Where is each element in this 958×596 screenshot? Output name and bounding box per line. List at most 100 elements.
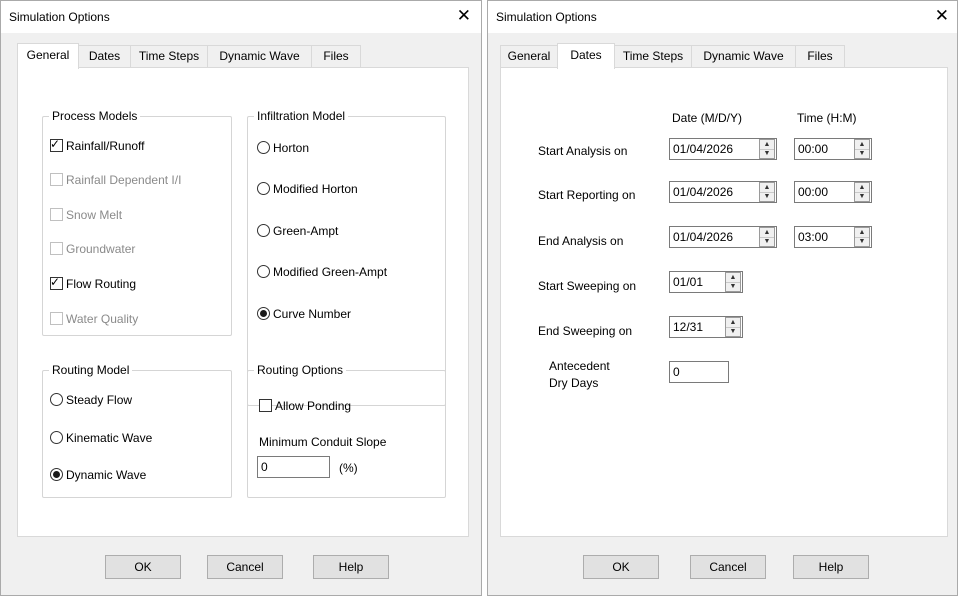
- group-label: Process Models: [49, 109, 141, 123]
- title-bar[interactable]: Simulation Options ✕: [1, 1, 481, 33]
- min-conduit-slope-label: Minimum Conduit Slope: [259, 435, 387, 449]
- tab-time-steps[interactable]: Time Steps: [614, 45, 692, 67]
- radio-label: Kinematic Wave: [66, 431, 153, 445]
- dialog-title: Simulation Options: [496, 10, 597, 24]
- radio-circle[interactable]: [50, 431, 63, 444]
- tab-dates[interactable]: Dates: [78, 45, 131, 67]
- end-sweeping-label: End Sweeping on: [538, 324, 633, 338]
- spin-arrows-icon[interactable]: ▲ ▼: [854, 139, 870, 159]
- dates-tab-panel: Date (M/D/Y) Time (H:M) Start Analysis o…: [500, 67, 948, 537]
- radio-circle[interactable]: [257, 182, 270, 195]
- radio-label: Modified Green-Ampt: [273, 265, 388, 279]
- start-sweeping-label: Start Sweeping on: [538, 279, 637, 293]
- water-quality-checkbox[interactable]: Water Quality: [50, 311, 138, 327]
- help-button[interactable]: Help: [313, 555, 389, 579]
- kinematic-wave-radio[interactable]: Kinematic Wave: [50, 430, 152, 446]
- checkbox-label: Groundwater: [66, 242, 136, 256]
- checkbox-box[interactable]: [50, 208, 63, 221]
- tab-general[interactable]: General: [17, 43, 79, 69]
- start-reporting-label: Start Reporting on: [538, 188, 636, 202]
- curve-number-radio[interactable]: Curve Number: [257, 306, 351, 322]
- radio-circle[interactable]: [257, 307, 270, 320]
- spin-down-icon[interactable]: ▼: [726, 327, 740, 336]
- close-icon[interactable]: ✕: [935, 6, 949, 26]
- groundwater-checkbox[interactable]: Groundwater: [50, 241, 135, 257]
- horton-radio[interactable]: Horton: [257, 140, 309, 156]
- tab-time-steps[interactable]: Time Steps: [130, 45, 208, 67]
- rainfall-dependent-ii-checkbox[interactable]: Rainfall Dependent I/I: [50, 172, 181, 188]
- spin-down-icon[interactable]: ▼: [760, 192, 774, 201]
- general-tab-panel: Process Models ✓ Rainfall/Runoff Rainfall…: [17, 67, 469, 537]
- green-ampt-radio[interactable]: Green-Ampt: [257, 223, 338, 239]
- modified-green-ampt-radio[interactable]: Modified Green-Ampt: [257, 264, 387, 280]
- spin-down-icon[interactable]: ▼: [855, 192, 869, 201]
- radio-circle[interactable]: [257, 265, 270, 278]
- tab-dynamic-wave[interactable]: Dynamic Wave: [691, 45, 796, 67]
- checkbox-box[interactable]: [259, 399, 272, 412]
- tab-files[interactable]: Files: [795, 45, 845, 67]
- check-mark-icon: ✓: [50, 275, 61, 289]
- routing-model-group: Routing Model Steady Flow Kinematic Wave…: [42, 363, 232, 498]
- end-analysis-label: End Analysis on: [538, 234, 624, 248]
- tab-files[interactable]: Files: [311, 45, 361, 67]
- checkbox-box[interactable]: [50, 173, 63, 186]
- spin-arrows-icon[interactable]: ▲ ▼: [725, 272, 741, 292]
- dynamic-wave-radio[interactable]: Dynamic Wave: [50, 467, 146, 483]
- simulation-options-dialog-general: Simulation Options ✕ General Dates Time …: [0, 0, 482, 596]
- antecedent-dry-days-input[interactable]: 0: [669, 361, 729, 383]
- flow-routing-checkbox[interactable]: ✓ Flow Routing: [50, 275, 136, 292]
- spin-arrows-icon[interactable]: ▲ ▼: [759, 182, 775, 202]
- close-icon[interactable]: ✕: [457, 6, 471, 26]
- checkbox-box[interactable]: ✓: [50, 137, 63, 152]
- spin-arrows-icon[interactable]: ▲ ▼: [725, 317, 741, 337]
- spin-arrows-icon[interactable]: ▲ ▼: [854, 227, 870, 247]
- radio-circle[interactable]: [50, 393, 63, 406]
- radio-dot-icon: [53, 471, 60, 478]
- start-analysis-label: Start Analysis on: [538, 144, 628, 158]
- checkbox-label: Snow Melt: [66, 208, 123, 222]
- spin-down-icon[interactable]: ▼: [855, 149, 869, 158]
- snow-melt-checkbox[interactable]: Snow Melt: [50, 207, 122, 223]
- group-label: Routing Options: [254, 363, 347, 377]
- date-column-header: Date (M/D/Y): [672, 111, 743, 125]
- radio-circle[interactable]: [257, 224, 270, 237]
- title-bar[interactable]: Simulation Options ✕: [488, 1, 957, 33]
- help-button[interactable]: Help: [793, 555, 869, 579]
- cancel-button[interactable]: Cancel: [690, 555, 766, 579]
- group-label: Routing Model: [49, 363, 133, 377]
- tab-dynamic-wave[interactable]: Dynamic Wave: [207, 45, 312, 67]
- dialog-title: Simulation Options: [9, 10, 110, 24]
- radio-label: Green-Ampt: [273, 224, 339, 238]
- ok-button[interactable]: OK: [583, 555, 659, 579]
- antecedent-label-line1: Antecedent: [549, 359, 610, 373]
- modified-horton-radio[interactable]: Modified Horton: [257, 181, 358, 197]
- checkbox-box[interactable]: ✓: [50, 275, 63, 290]
- routing-options-group: Routing Options Allow Ponding Minimum Co…: [247, 363, 446, 498]
- radio-circle[interactable]: [257, 141, 270, 154]
- cancel-button[interactable]: Cancel: [207, 555, 283, 579]
- antecedent-label-line2: Dry Days: [549, 376, 599, 390]
- spin-arrows-icon[interactable]: ▲ ▼: [759, 139, 775, 159]
- ok-button[interactable]: OK: [105, 555, 181, 579]
- radio-label: Modified Horton: [273, 182, 358, 196]
- checkbox-box[interactable]: [50, 312, 63, 325]
- spin-arrows-icon[interactable]: ▲ ▼: [759, 227, 775, 247]
- tab-general[interactable]: General: [500, 45, 558, 67]
- radio-label: Curve Number: [273, 307, 352, 321]
- spin-down-icon[interactable]: ▼: [760, 237, 774, 246]
- spin-down-icon[interactable]: ▼: [855, 237, 869, 246]
- spin-down-icon[interactable]: ▼: [760, 149, 774, 158]
- min-conduit-slope-input[interactable]: 0: [257, 456, 330, 478]
- checkbox-label: Rainfall Dependent I/I: [66, 173, 182, 187]
- tab-dates[interactable]: Dates: [557, 43, 615, 69]
- time-column-header: Time (H:M): [797, 111, 857, 125]
- radio-circle[interactable]: [50, 468, 63, 481]
- rainfall-runoff-checkbox[interactable]: ✓ Rainfall/Runoff: [50, 137, 145, 154]
- allow-ponding-checkbox[interactable]: Allow Ponding: [259, 398, 351, 414]
- steady-flow-radio[interactable]: Steady Flow: [50, 392, 132, 408]
- checkbox-label: Rainfall/Runoff: [66, 139, 145, 153]
- spin-down-icon[interactable]: ▼: [726, 282, 740, 291]
- spin-arrows-icon[interactable]: ▲ ▼: [854, 182, 870, 202]
- radio-label: Dynamic Wave: [66, 468, 147, 482]
- checkbox-box[interactable]: [50, 242, 63, 255]
